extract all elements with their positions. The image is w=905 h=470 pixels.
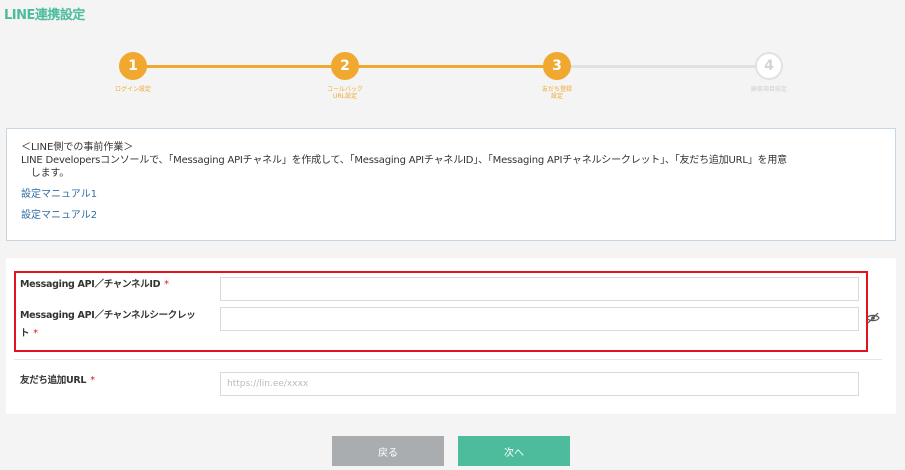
step-3-circle: 3 — [543, 52, 571, 80]
step-4-label: 顧客項目設定 — [750, 86, 787, 93]
notice-heading: ＜LINE側での事前作業＞ — [21, 142, 134, 153]
progress-stepper: 1 ログイン設定 2 コールバック URL設定 3 友だち登録 設定 4 顧客項… — [0, 52, 905, 102]
step-4-circle: 4 — [755, 52, 783, 80]
friend-url-required-mark: * — [90, 375, 95, 386]
step-1-label: ログイン設定 — [114, 86, 151, 93]
step-4: 4 顧客項目設定 — [719, 52, 819, 93]
friend-url-label: 友だち追加URL * — [20, 372, 95, 390]
step-2-circle: 2 — [331, 52, 359, 80]
step-1: 1 ログイン設定 — [83, 52, 183, 93]
manual-link-1[interactable]: 設定マニュアル1 — [21, 188, 881, 201]
step-3: 3 友だち登録 設定 — [507, 52, 607, 100]
step-2: 2 コールバック URL設定 — [295, 52, 395, 100]
step-1-circle: 1 — [119, 52, 147, 80]
channel-id-required-mark: * — [164, 279, 169, 290]
channel-id-label: Messaging API／チャンネルID * — [20, 276, 169, 294]
pre-work-notice: ＜LINE側での事前作業＞ LINE Developersコンソールで、「Mes… — [6, 128, 896, 241]
channel-secret-label-text: Messaging API／チャンネルシークレッ ト — [20, 310, 196, 339]
channel-secret-required-mark: * — [33, 328, 38, 339]
channel-id-label-text: Messaging API／チャンネルID — [20, 279, 161, 290]
manual-link-2[interactable]: 設定マニュアル2 — [21, 209, 881, 222]
eye-slash-icon[interactable] — [866, 312, 880, 324]
channel-id-input[interactable] — [220, 277, 859, 301]
next-button[interactable]: 次へ — [458, 436, 570, 466]
page-title: LINE連携設定 — [4, 8, 85, 23]
back-button[interactable]: 戻る — [332, 436, 444, 466]
channel-secret-input[interactable] — [220, 307, 859, 331]
form-divider — [14, 359, 882, 360]
friend-url-input[interactable] — [220, 372, 859, 396]
step-3-label: 友だち登録 設定 — [541, 86, 572, 100]
notice-body: LINE Developersコンソールで、「Messaging APIチャネル… — [21, 155, 787, 179]
step-2-label: コールバック URL設定 — [326, 86, 363, 100]
channel-secret-label: Messaging API／チャンネルシークレッ ト * — [20, 307, 218, 343]
friend-url-label-text: 友だち追加URL — [20, 375, 87, 386]
